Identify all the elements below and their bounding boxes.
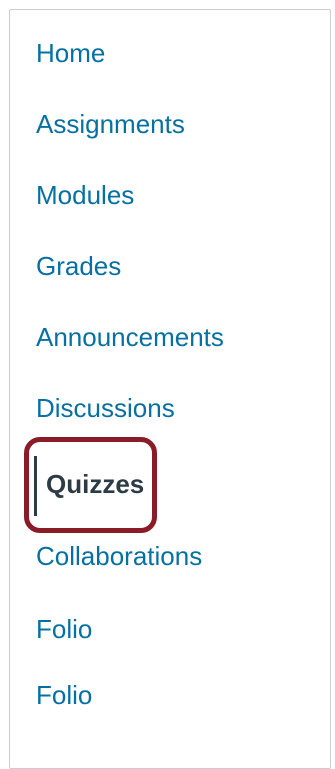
nav-link-collaborations[interactable]: Collaborations xyxy=(36,536,202,576)
nav-link-grades[interactable]: Grades xyxy=(36,246,121,286)
nav-link-assignments[interactable]: Assignments xyxy=(36,104,185,144)
nav-link-modules[interactable]: Modules xyxy=(36,175,134,215)
nav-link-announcements[interactable]: Announcements xyxy=(36,317,224,357)
callout-highlight-box xyxy=(24,437,157,533)
nav-link-discussions[interactable]: Discussions xyxy=(36,388,175,428)
nav-link-folio-2[interactable]: Folio xyxy=(36,675,92,715)
nav-link-home[interactable]: Home xyxy=(36,33,105,73)
nav-link-folio[interactable]: Folio xyxy=(36,609,92,649)
